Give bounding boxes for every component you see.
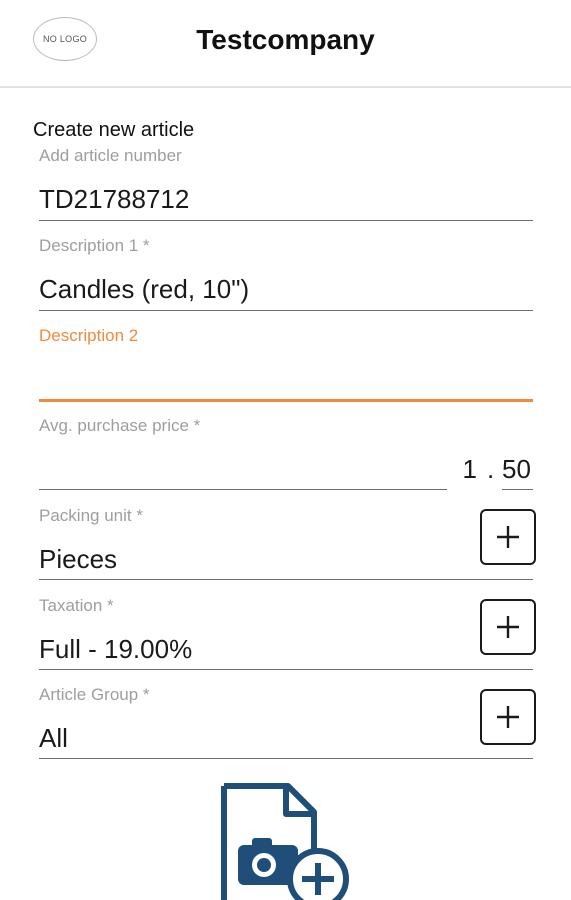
price-separator: . — [487, 454, 495, 484]
description1-label: Description 1 * — [39, 236, 150, 255]
description2-label: Description 2 — [39, 326, 139, 345]
price-label: Avg. purchase price * — [39, 416, 201, 435]
add-taxation-button[interactable] — [480, 599, 536, 655]
price-whole-underline — [39, 489, 447, 490]
description1-field[interactable]: Description 1 * Candles (red, 10") — [39, 236, 533, 314]
taxation-label: Taxation * — [39, 596, 114, 615]
plus-icon — [497, 706, 519, 728]
page-title: Testcompany — [196, 24, 375, 55]
description2-field[interactable]: Description 2 — [39, 326, 533, 406]
price-whole-input[interactable]: 1 — [463, 454, 477, 485]
article-number-label: Add article number — [39, 146, 182, 165]
article-number-input[interactable]: TD21788712 — [39, 184, 189, 215]
packing-unit-select[interactable]: Pieces — [39, 544, 117, 575]
description1-input[interactable]: Candles (red, 10") — [39, 274, 249, 305]
description2-underline — [39, 399, 533, 402]
add-packing-unit-button[interactable] — [480, 509, 536, 565]
app-root: NO LOGO Testcompany Create new article A… — [0, 0, 571, 900]
article-group-underline — [39, 758, 533, 759]
add-article-group-button[interactable] — [480, 689, 536, 745]
taxation-field[interactable]: Taxation * Full - 19.00% — [39, 596, 533, 672]
form-title: Create new article — [33, 119, 195, 141]
article-group-label: Article Group * — [39, 685, 150, 704]
packing-unit-label: Packing unit * — [39, 506, 143, 525]
article-group-field[interactable]: Article Group * All — [39, 685, 533, 761]
packing-unit-underline — [39, 579, 533, 580]
price-cents-input[interactable]: 50 — [502, 454, 531, 485]
add-photo-icon — [221, 783, 349, 900]
taxation-select[interactable]: Full - 19.00% — [39, 634, 192, 665]
app-header: NO LOGO Testcompany — [0, 0, 571, 88]
plus-icon — [497, 616, 519, 638]
article-number-underline — [39, 220, 533, 221]
description1-underline — [39, 310, 533, 311]
article-group-select[interactable]: All — [39, 723, 68, 754]
add-photo-button[interactable] — [218, 783, 358, 900]
price-cents-underline — [502, 489, 533, 490]
packing-unit-field[interactable]: Packing unit * Pieces — [39, 506, 533, 582]
price-field[interactable]: Avg. purchase price * 1 . 50 — [39, 416, 533, 496]
plus-icon — [497, 526, 519, 548]
article-number-field[interactable]: Add article number TD21788712 — [39, 146, 533, 224]
taxation-underline — [39, 669, 533, 670]
